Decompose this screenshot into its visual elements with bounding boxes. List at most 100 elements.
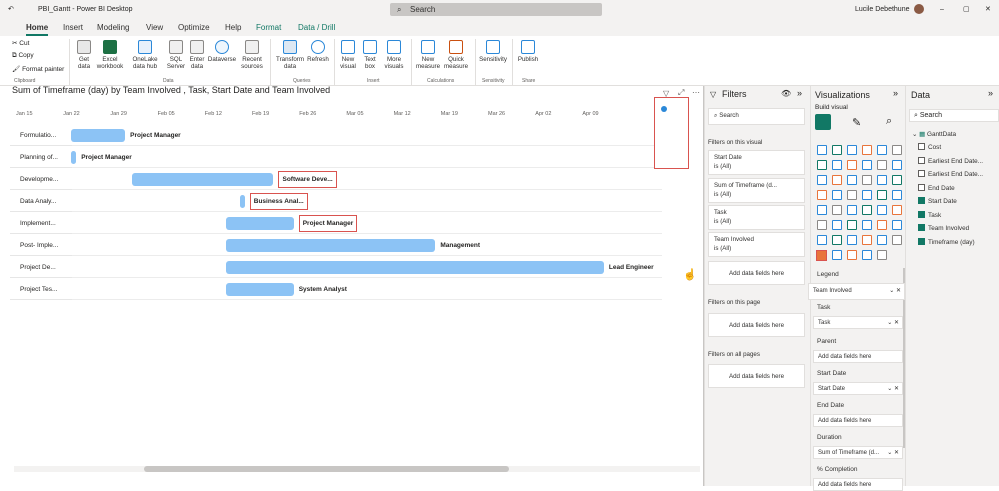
quick-measure-button[interactable]: Quick measure (442, 40, 470, 70)
minimize-icon[interactable]: – (940, 0, 944, 19)
tab-help[interactable]: Help (225, 19, 241, 36)
enter-data-button[interactable]: Enter data (187, 40, 207, 70)
table-ganttdata[interactable]: ⌄ ▦ GanttData (912, 130, 956, 138)
visual-type-icon[interactable] (847, 190, 857, 200)
visual-type-icon[interactable] (832, 250, 842, 260)
visual-type-icon[interactable] (892, 160, 902, 170)
gantt-bar[interactable] (131, 173, 274, 186)
visual-type-icon[interactable] (832, 160, 842, 170)
visual-type-icon[interactable] (847, 250, 857, 260)
tab-format[interactable]: Format (256, 19, 281, 36)
gantt-bar[interactable] (226, 217, 294, 230)
task-row-label[interactable]: Data Analy... (10, 191, 72, 212)
field-item[interactable]: Start Date (918, 197, 957, 205)
recent-sources-button[interactable]: Recent sources (237, 40, 267, 70)
visual-type-icon[interactable] (862, 190, 872, 200)
undo-icon[interactable]: ↶ (8, 0, 14, 19)
gantt-bar[interactable] (226, 261, 604, 274)
visual-type-icon[interactable] (817, 190, 827, 200)
collapse-icon[interactable]: » (797, 88, 802, 98)
visual-type-icon[interactable] (892, 235, 902, 245)
gantt-bar[interactable] (226, 283, 294, 296)
more-visuals-button[interactable]: More visuals (381, 40, 407, 70)
copy-button[interactable]: ⧉ Copy (12, 52, 34, 60)
well-field[interactable]: Task ⌄ ✕ (813, 316, 903, 329)
eye-icon[interactable]: 👁 (781, 89, 791, 98)
visual-type-icon[interactable] (862, 205, 872, 215)
data-search[interactable]: ⌕ Search (909, 109, 999, 122)
visual-type-icon[interactable] (832, 175, 842, 185)
field-item[interactable]: Earliest End Date... (918, 170, 983, 178)
field-item[interactable]: End Date (918, 183, 955, 192)
well-field[interactable]: Add data fields here (813, 414, 903, 427)
field-item[interactable]: Team Involved (918, 224, 969, 232)
onelake-button[interactable]: OneLake data hub (126, 40, 164, 70)
visual-type-icon[interactable] (817, 145, 827, 155)
field-checkbox[interactable] (918, 156, 925, 164)
visual-type-icon[interactable] (847, 175, 857, 185)
excel-workbook-button[interactable]: Excel workbook (96, 40, 124, 70)
task-row-label[interactable]: Post- Imple... (10, 235, 72, 256)
visual-type-icon[interactable] (817, 220, 827, 230)
visual-type-icon[interactable] (847, 220, 857, 230)
scrollbar-thumb[interactable] (144, 466, 509, 472)
legend-box[interactable] (654, 97, 689, 169)
visual-type-icon[interactable] (847, 160, 857, 170)
add-fields-page[interactable]: Add data fields here (708, 313, 805, 337)
visual-type-icon[interactable] (817, 160, 827, 170)
visual-type-icon[interactable] (862, 175, 872, 185)
field-item[interactable]: Cost (918, 143, 941, 151)
collapse-icon[interactable]: » (893, 88, 898, 98)
field-item[interactable]: Timeframe (day) (918, 237, 975, 246)
visual-type-icon[interactable] (847, 145, 857, 155)
get-data-button[interactable]: Get data (73, 40, 95, 70)
filter-card-timeframe[interactable]: Sum of Timeframe (d... is (All) (708, 178, 805, 203)
sql-server-button[interactable]: SQL Server (166, 40, 186, 70)
field-checkbox[interactable] (918, 237, 925, 245)
tab-modeling[interactable]: Modeling (97, 19, 129, 36)
task-row-label[interactable]: Developme... (10, 169, 72, 190)
add-fields-all[interactable]: Add data fields here (708, 364, 805, 388)
well-field[interactable]: Start Date ⌄ ✕ (813, 382, 903, 395)
visual-type-icon[interactable] (892, 190, 902, 200)
tab-optimize[interactable]: Optimize (178, 19, 210, 36)
more-options-icon[interactable]: ⋯ (692, 88, 700, 97)
well-actions-icon[interactable]: ⌄ ✕ (889, 284, 901, 299)
visual-type-icon[interactable] (862, 250, 872, 260)
well-field[interactable]: Add data fields here (813, 350, 903, 363)
field-checkbox[interactable] (918, 143, 925, 150)
text-box-button[interactable]: Text box (360, 40, 380, 70)
gantt-bar[interactable] (71, 129, 126, 142)
visual-type-icon[interactable] (877, 175, 887, 185)
visual-type-icon[interactable] (862, 145, 872, 155)
visual-type-icon[interactable] (817, 205, 827, 215)
field-checkbox[interactable] (918, 197, 925, 204)
visual-type-icon[interactable] (877, 205, 887, 215)
task-row-label[interactable]: Project Tes... (10, 279, 72, 300)
visual-type-icon[interactable] (832, 235, 842, 245)
gantt-bar[interactable] (226, 239, 436, 252)
horizontal-scrollbar[interactable] (14, 466, 700, 472)
search-input[interactable]: ⌕ Search (390, 3, 602, 16)
visual-type-icon[interactable] (892, 145, 902, 155)
well-field[interactable]: Team Involved ⌄ ✕ (808, 283, 905, 300)
gantt-bar[interactable] (71, 151, 77, 164)
filter-card-task[interactable]: Task is (All) (708, 205, 805, 230)
tab-data-drill[interactable]: Data / Drill (298, 19, 335, 36)
new-measure-button[interactable]: New measure (414, 40, 442, 70)
format-painter-button[interactable]: 🖌 Format painter (12, 65, 64, 73)
collapse-icon[interactable]: » (988, 88, 993, 98)
visual-type-icon[interactable] (892, 175, 902, 185)
well-field[interactable]: Sum of Timeframe (d... ⌄ ✕ (813, 446, 903, 459)
publish-button[interactable]: Publish (515, 40, 541, 63)
transform-data-button[interactable]: Transform data (274, 40, 306, 70)
field-checkbox[interactable] (918, 183, 925, 191)
visual-type-icon[interactable] (832, 205, 842, 215)
tab-home[interactable]: Home (26, 19, 49, 36)
visual-type-icon[interactable] (892, 205, 902, 215)
task-row-label[interactable]: Project De... (10, 257, 72, 278)
filter-card-start-date[interactable]: Start Date is (All) (708, 150, 805, 175)
format-visual-icon[interactable]: ✎ (852, 116, 861, 129)
field-item[interactable]: Task (918, 210, 941, 219)
field-checkbox[interactable] (918, 170, 925, 177)
